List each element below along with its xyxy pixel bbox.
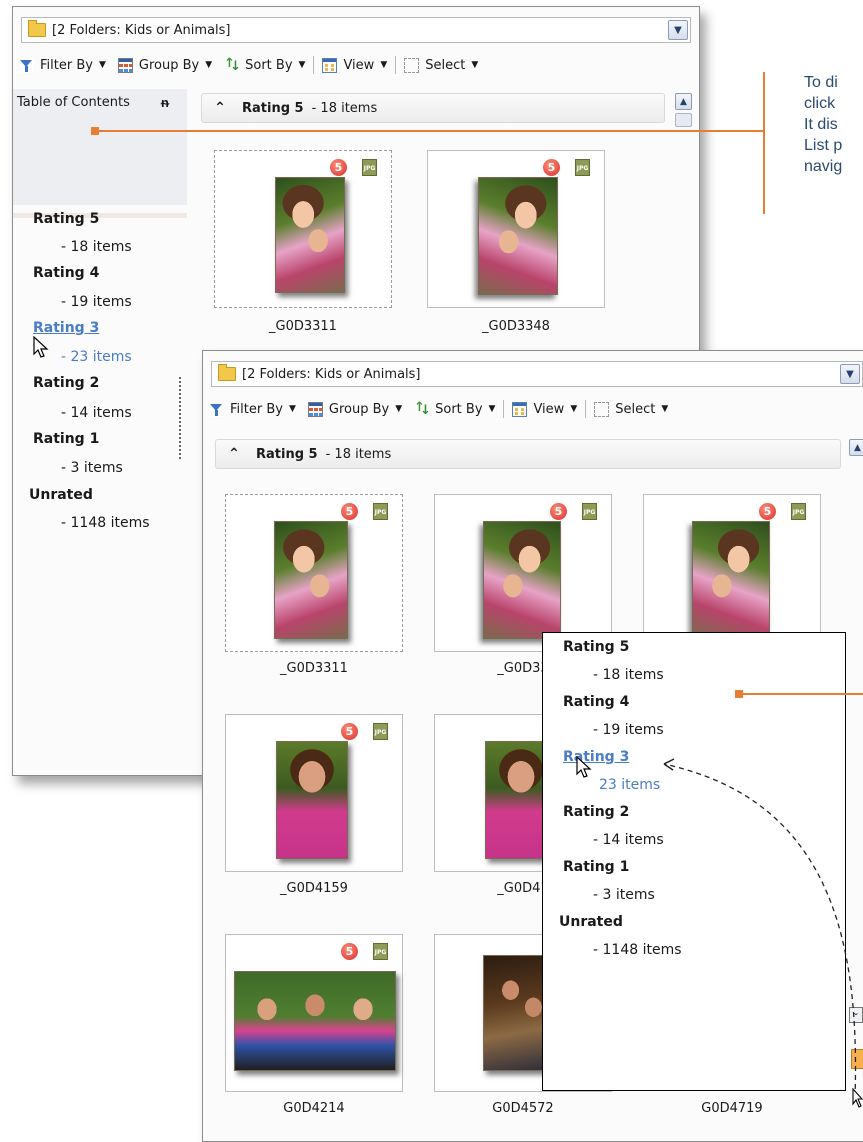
description-text: To di click It dis List p navig (804, 74, 843, 175)
dashed-arrow (663, 758, 857, 1099)
callout-line (740, 693, 863, 695)
callout-bracket (763, 72, 765, 214)
callout-dot (91, 127, 99, 135)
callout-dot (735, 690, 743, 698)
callout-line (96, 130, 764, 132)
mouse-cursor-icon (852, 1088, 863, 1108)
